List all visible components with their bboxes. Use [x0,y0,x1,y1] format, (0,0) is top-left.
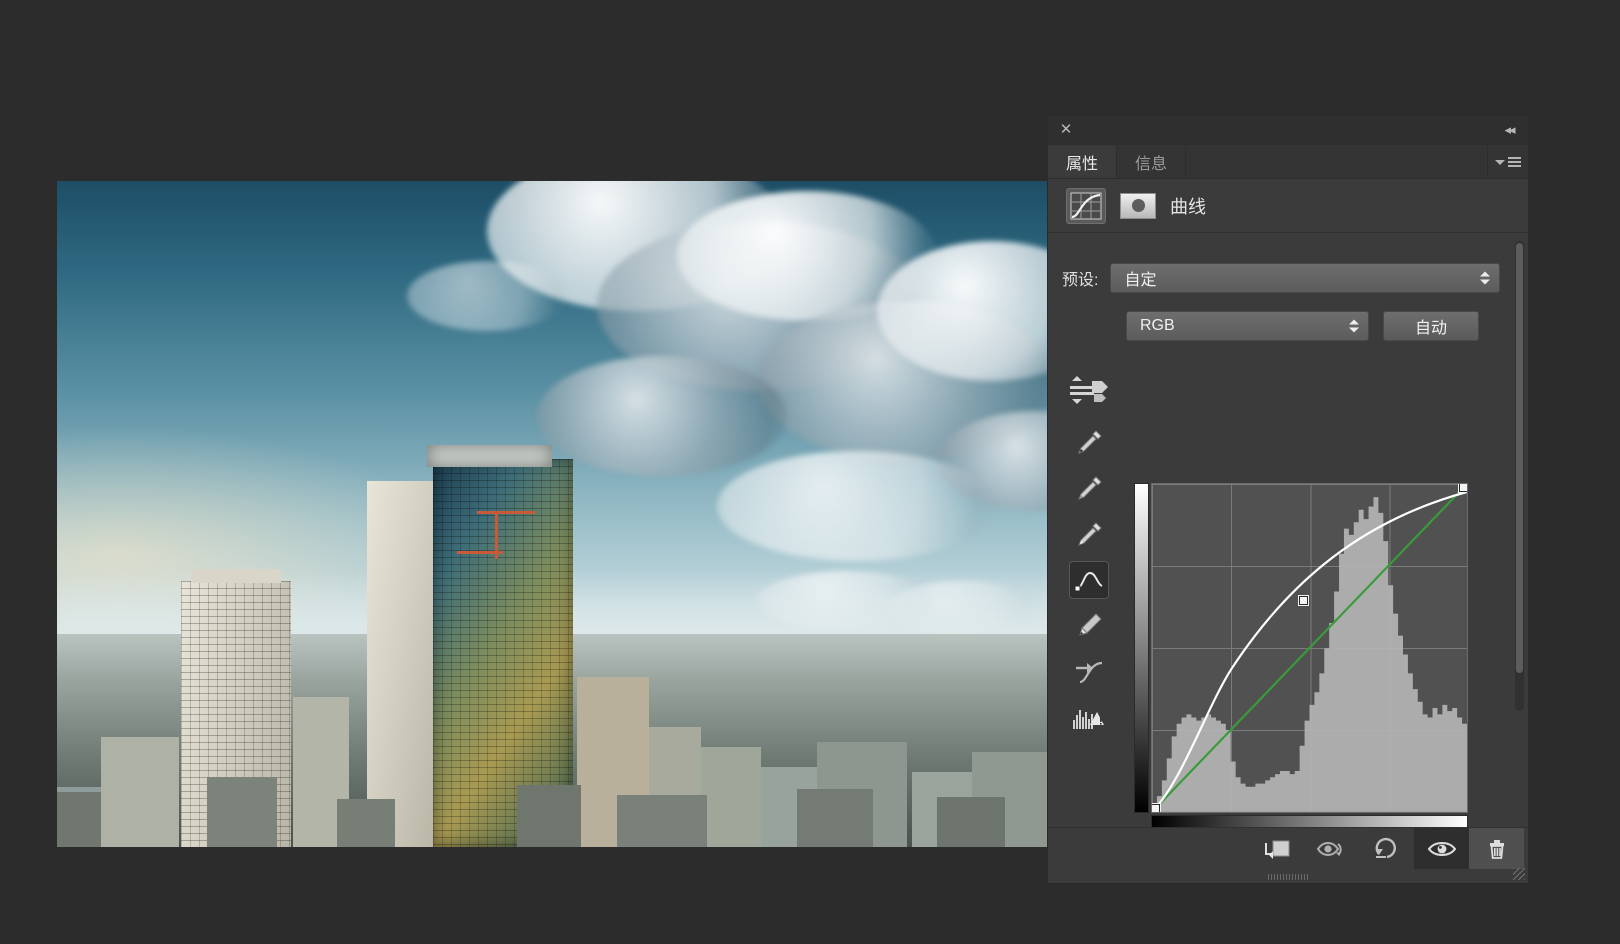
channel-select[interactable]: RGB [1126,311,1369,341]
eyedropper-white-point-icon[interactable] [1069,515,1109,553]
construction-crane [457,551,503,554]
curve-svg [1152,484,1467,812]
panel-titlebar: ✕ ◂◂ [1048,115,1528,146]
preset-label: 预设: [1062,272,1099,289]
building [617,795,707,847]
tab-info[interactable]: 信息 [1117,146,1187,178]
curve-control-point-black[interactable] [1152,804,1160,812]
collapse-double-arrow-icon[interactable]: ◂◂ [1498,120,1520,140]
building [101,737,179,847]
building [337,799,395,847]
auto-button[interactable]: 自动 [1383,311,1479,341]
building [701,747,761,847]
curves-graph[interactable] [1134,483,1468,845]
cloud [537,356,787,476]
glass-tower-top [427,445,552,467]
footer-toolbar [1048,828,1528,869]
photoshop-window: ✕ ◂◂ 属性 信息 曲线 预设: 自定 RGB 自动 [0,0,1620,944]
on-image-adjust-icon[interactable] [1066,373,1112,407]
building [57,792,101,847]
cloud [717,451,997,561]
tabstrip-filler [1186,146,1488,178]
curve-control-point-white[interactable] [1459,484,1467,492]
close-icon[interactable]: ✕ [1057,121,1075,139]
preset-row: 预设: 自定 [1048,261,1528,295]
smooth-curve-tool-icon[interactable] [1069,653,1109,691]
panel-resize-grip[interactable] [1513,868,1525,880]
building [797,789,873,847]
building [937,797,1005,847]
channel-row: RGB 自动 [1048,309,1528,343]
chevron-updown-icon [1349,319,1359,333]
menu-triangle-icon [1495,159,1505,165]
building [517,785,581,847]
tab-properties[interactable]: 属性 [1048,146,1118,178]
curve-plot-area[interactable] [1151,483,1468,813]
curve-control-point-mid[interactable] [1299,596,1308,605]
cloud [407,261,567,331]
panel-drag-grip[interactable] [1268,874,1308,880]
page-title: 曲线 [1170,196,1206,217]
chevron-updown-icon [1480,271,1490,285]
curves-adjustment-icon[interactable] [1066,187,1106,224]
output-gradient-bar [1134,483,1149,813]
panel-footer [1048,827,1528,883]
eyedropper-black-point-icon[interactable] [1069,423,1109,461]
menu-bars-icon [1508,157,1521,167]
layer-mask-thumbnail[interactable] [1120,192,1156,219]
curves-tool-column [1066,423,1112,737]
histogram-options-icon[interactable] [1069,699,1109,737]
image-canvas[interactable] [57,181,1067,847]
clip-to-layer-button[interactable] [1249,828,1304,869]
scrollbar-thumb[interactable] [1516,243,1523,673]
panel-tabstrip: 属性 信息 [1048,146,1528,179]
white-tower [367,481,437,847]
properties-panel: ✕ ◂◂ 属性 信息 曲线 预设: 自定 RGB 自动 [1048,115,1528,883]
preset-select[interactable]: 自定 [1110,263,1500,293]
construction-crane [477,511,535,514]
adjustment-header: 曲线 [1048,179,1528,233]
pencil-draw-tool-icon[interactable] [1069,607,1109,645]
channel-select-value: RGB [1140,317,1175,334]
delete-layer-button[interactable] [1469,828,1524,869]
histogram-bars [1152,497,1467,812]
eyedropper-gray-point-icon[interactable] [1069,469,1109,507]
residential-tower-cap [191,569,281,583]
panel-body: 预设: 自定 RGB 自动 [1048,233,1528,875]
curve-point-tool-icon[interactable] [1069,561,1109,599]
mask-dot-icon [1131,199,1145,212]
reset-adjustment-button[interactable] [1359,828,1414,869]
layer-visibility-button[interactable] [1414,828,1469,869]
panel-menu-icon[interactable] [1488,146,1528,178]
building [207,777,277,847]
preview-toggle-button[interactable] [1304,828,1359,869]
preset-select-value: 自定 [1124,272,1157,289]
